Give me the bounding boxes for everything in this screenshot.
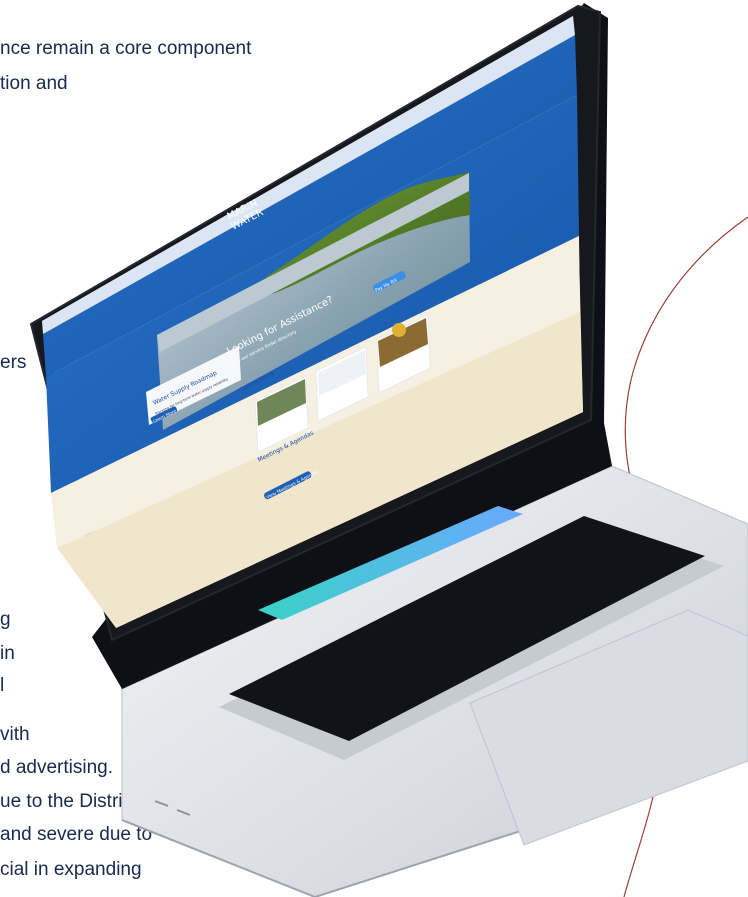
hero-cta-label: Pay My Bill [374,277,398,293]
brand-name-line1: MARIN [225,198,259,223]
website-screen [42,16,583,628]
keyboard-deck [219,524,724,760]
sky-haze [157,173,469,352]
screen-bezel [29,4,602,642]
text-line-10: and severe due to [0,824,153,845]
browser-chrome [42,16,575,334]
hero-card [146,346,241,425]
text-line-8: d advertising. [0,757,114,778]
keyboard-area [229,516,705,741]
text-line-6: l [0,675,5,696]
hero-card-body: Planning for long-term water supply reli… [155,377,229,416]
hero-card-button[interactable] [150,406,178,424]
text-line-1: nce remain a core component [0,38,252,59]
assistance-title: Looking for Assistance? [225,294,335,357]
forest-hills [266,172,470,296]
touchbar [258,506,523,620]
text-line-5: in [0,643,15,664]
laptop-hinge [92,3,612,689]
laptop-base-edge [121,757,748,897]
news-card-1-image [257,379,306,426]
assistance-subtitle: Start our service finder directory [229,329,298,368]
brand-name-line2: WATER [229,207,265,233]
text-line-2: tion and [0,73,68,94]
laptop-base [121,465,748,897]
news-card-3-image [378,318,428,367]
left-port-2 [176,809,191,816]
site-top-band [43,35,577,377]
text-line-11: cial in expanding [0,859,142,880]
hero-cta-button[interactable] [372,270,407,293]
lake-photo [157,173,470,430]
news-title: Latest News [240,370,276,393]
text-line-9: ue to the District’s [0,791,151,812]
news-card-1 [254,375,309,453]
news-section-bg [51,236,580,548]
news-card-2 [315,346,369,422]
meetings-button-label: View Meetings & Agendas [265,469,320,501]
text-line-4: g [0,609,11,630]
text-line-3: ers [0,352,27,373]
meetings-button[interactable] [263,470,313,500]
meetings-title: Meetings & Agendas [257,429,315,463]
text-line-7: vith [0,724,30,745]
hero-card-title: Water Supply Roadmap [152,370,219,407]
meetings-section [57,312,583,628]
left-port-1 [154,800,169,807]
hero-card-button-label: Learn More [152,408,177,425]
trackpad [469,609,748,846]
news-card-2-image [318,350,366,396]
hero-section [46,95,579,493]
news-card-3-flower [392,323,406,337]
news-card-3 [376,314,431,394]
